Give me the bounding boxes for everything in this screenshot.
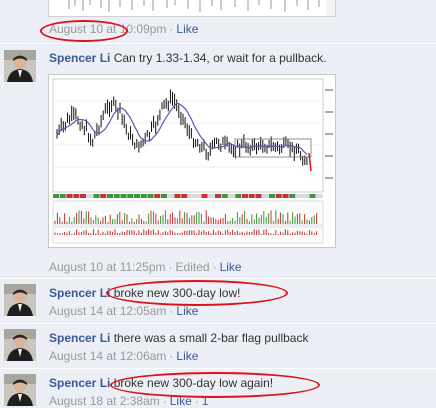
comment-divider xyxy=(0,323,436,324)
avatar-photo xyxy=(4,50,36,82)
avatar[interactable] xyxy=(4,284,36,316)
signal-band-cell xyxy=(215,194,221,198)
avatar[interactable] xyxy=(4,329,36,361)
signal-band-cell xyxy=(208,194,215,198)
edited-label[interactable]: Edited xyxy=(176,260,210,274)
signal-band-cell xyxy=(167,194,174,198)
comment-text: there was a small 2-bar flag pullback xyxy=(113,331,309,345)
signal-band-cell xyxy=(309,194,316,198)
comment-stream: August 10 at 10:09pm · Like Spencer Li Can… xyxy=(0,0,436,408)
like-link[interactable]: Like xyxy=(220,260,242,274)
author-link[interactable]: Spencer Li xyxy=(49,376,110,390)
like-link[interactable]: Like xyxy=(170,394,192,408)
signal-band-cell xyxy=(262,194,269,198)
signal-band-cell xyxy=(113,194,120,198)
comment-meta: August 18 at 2:38am · Like · 1 xyxy=(49,394,209,408)
signal-band-cell xyxy=(154,194,161,198)
previous-comment-meta: August 10 at 10:09pm · Like xyxy=(49,22,199,36)
signal-band-cell xyxy=(282,194,289,198)
comment-text: broke new 300-day low! xyxy=(113,286,241,300)
signal-band-cell xyxy=(275,194,282,198)
timestamp[interactable]: August 10 at 10:09pm xyxy=(49,22,166,36)
like-count[interactable]: 1 xyxy=(202,394,209,408)
timestamp[interactable]: August 14 at 12:06am xyxy=(49,349,166,363)
signal-band-cell xyxy=(228,194,235,198)
author-link[interactable]: Spencer Li xyxy=(49,51,110,65)
signal-band-cell xyxy=(181,194,188,198)
timestamp[interactable]: August 10 at 11:25pm xyxy=(49,260,166,274)
comment-body: Spencer Li broke new 300-day low again! xyxy=(49,376,273,390)
comment-divider xyxy=(0,368,436,369)
comment-text: Can try 1.33-1.34, or wait for a pullbac… xyxy=(113,51,327,65)
signal-band-cell xyxy=(107,194,113,198)
stock-chart-graphic xyxy=(49,75,335,247)
signal-band-cell xyxy=(201,194,208,198)
signal-band-cell xyxy=(127,194,134,198)
signal-band-cell xyxy=(302,194,309,198)
like-link[interactable]: Like xyxy=(176,304,198,318)
author-link[interactable]: Spencer Li xyxy=(49,331,110,345)
signal-band-cell xyxy=(269,194,275,198)
signal-band-cell xyxy=(66,194,73,198)
signal-band-cell xyxy=(134,194,140,198)
timestamp[interactable]: August 18 at 2:38am xyxy=(49,394,160,408)
author-link[interactable]: Spencer Li xyxy=(49,286,110,300)
signal-band-cell xyxy=(242,194,248,198)
signal-band-cell xyxy=(161,194,167,198)
comment-meta: August 10 at 11:25pm · Edited · Like xyxy=(49,260,242,274)
comment-text: broke new 300-day low again! xyxy=(113,376,274,390)
like-link[interactable]: Like xyxy=(176,349,198,363)
timestamp[interactable]: August 14 at 12:05am xyxy=(49,304,166,318)
signal-band-cell xyxy=(248,194,255,198)
signal-band-cell xyxy=(255,194,262,198)
like-link[interactable]: Like xyxy=(176,22,198,36)
signal-band-cell xyxy=(188,194,194,198)
signal-band-cell xyxy=(194,194,201,198)
comment-body: Spencer Li Can try 1.33-1.34, or wait fo… xyxy=(49,51,326,65)
signal-band-cell xyxy=(59,194,66,198)
signal-band-cell xyxy=(120,194,127,198)
comment-meta: August 14 at 12:05am · Like xyxy=(49,304,199,318)
comment-divider xyxy=(0,278,436,279)
previous-chart-image[interactable] xyxy=(48,0,336,17)
signal-band-cell xyxy=(174,194,181,198)
signal-band-cell xyxy=(53,194,59,198)
comment-body: Spencer Li there was a small 2-bar flag … xyxy=(49,331,308,345)
comment-divider xyxy=(0,43,436,44)
previous-chart-graphic xyxy=(68,0,335,16)
signal-band-cell xyxy=(93,194,100,198)
signal-band-cell xyxy=(235,194,242,198)
comment-body: Spencer Li broke new 300-day low! xyxy=(49,286,240,300)
avatar-photo xyxy=(4,284,36,316)
avatar-photo xyxy=(4,374,36,406)
signal-band-cell xyxy=(221,194,228,198)
signal-band-cell xyxy=(140,194,147,198)
signal-band-cell xyxy=(316,194,323,198)
signal-band-cell xyxy=(289,194,296,198)
signal-band-cell xyxy=(73,194,80,198)
signal-band-cell xyxy=(86,194,93,198)
avatar-photo xyxy=(4,329,36,361)
signal-band-cell xyxy=(296,194,302,198)
signal-band-cell xyxy=(80,194,86,198)
attached-chart-image[interactable] xyxy=(48,74,336,248)
avatar[interactable] xyxy=(4,50,36,82)
comment-meta: August 14 at 12:06am · Like xyxy=(49,349,199,363)
avatar[interactable] xyxy=(4,374,36,406)
signal-band-cell xyxy=(100,194,107,198)
signal-band-cell xyxy=(147,194,154,198)
